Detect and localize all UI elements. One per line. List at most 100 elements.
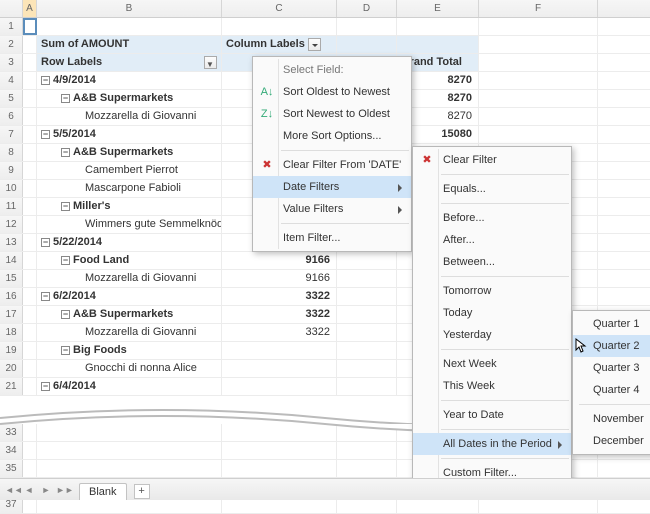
- row-head[interactable]: 16: [0, 288, 23, 305]
- row-head[interactable]: 17: [0, 306, 23, 323]
- menu-sort-newest[interactable]: Z↓Sort Newest to Oldest: [253, 103, 411, 125]
- menu-yesterday[interactable]: Yesterday: [413, 324, 571, 346]
- nav-first-icon[interactable]: ◄◄: [5, 485, 19, 495]
- menu-this-week[interactable]: This Week: [413, 375, 571, 397]
- menu-today[interactable]: Today: [413, 302, 571, 324]
- menu-between[interactable]: Between...: [413, 251, 571, 273]
- menu-december[interactable]: December: [573, 430, 650, 452]
- row-head[interactable]: 6: [0, 108, 23, 125]
- store-row[interactable]: −A&B Supermarkets: [37, 90, 222, 107]
- menu-november[interactable]: November: [573, 408, 650, 430]
- col-B[interactable]: B: [37, 0, 222, 17]
- product-row[interactable]: Mascarpone Fabioli: [37, 180, 222, 197]
- filter-icon[interactable]: [204, 56, 217, 69]
- row-head[interactable]: 4: [0, 72, 23, 89]
- menu-year-to-date[interactable]: Year to Date: [413, 404, 571, 426]
- collapse-icon[interactable]: −: [41, 130, 50, 139]
- row-head[interactable]: 7: [0, 126, 23, 143]
- col-F[interactable]: F: [479, 0, 598, 17]
- date-row[interactable]: −5/5/2014: [37, 126, 222, 143]
- menu-next-week[interactable]: Next Week: [413, 353, 571, 375]
- menu-item-filter[interactable]: Item Filter...: [253, 227, 411, 249]
- sheet-tab-blank[interactable]: Blank: [79, 483, 127, 500]
- row-head[interactable]: 15: [0, 270, 23, 287]
- col-C[interactable]: C: [222, 0, 337, 17]
- row-head[interactable]: 33: [0, 424, 23, 441]
- menu-more-sort[interactable]: More Sort Options...: [253, 125, 411, 147]
- nav-last-icon[interactable]: ►►: [56, 485, 70, 495]
- row-head[interactable]: 9: [0, 162, 23, 179]
- menu-tomorrow[interactable]: Tomorrow: [413, 280, 571, 302]
- col-A[interactable]: A: [23, 0, 37, 17]
- col-E[interactable]: E: [397, 0, 479, 17]
- value-cell[interactable]: 3322: [222, 306, 337, 323]
- collapse-icon[interactable]: −: [61, 202, 70, 211]
- collapse-icon[interactable]: −: [41, 238, 50, 247]
- collapse-icon[interactable]: −: [61, 346, 70, 355]
- menu-quarter-3[interactable]: Quarter 3: [573, 357, 650, 379]
- row-head[interactable]: 5: [0, 90, 23, 107]
- menu-quarter-1[interactable]: Quarter 1: [573, 313, 650, 335]
- menu-date-filters[interactable]: Date Filters: [253, 176, 411, 198]
- store-row[interactable]: −Big Foods: [37, 342, 222, 359]
- product-row[interactable]: Gnocchi di nonna Alice: [37, 360, 222, 377]
- menu-sort-oldest[interactable]: A↓Sort Oldest to Newest: [253, 81, 411, 103]
- store-row[interactable]: −Food Land: [37, 252, 222, 269]
- collapse-icon[interactable]: −: [41, 382, 50, 391]
- row-labels-cell[interactable]: Row Labels: [37, 54, 222, 71]
- column-labels-cell[interactable]: Column Labels: [222, 36, 337, 53]
- product-row[interactable]: Mozzarella di Giovanni: [37, 108, 222, 125]
- store-row[interactable]: −A&B Supermarkets: [37, 306, 222, 323]
- value-cell[interactable]: 3322: [222, 288, 337, 305]
- date-row[interactable]: −5/22/2014: [37, 234, 222, 251]
- nav-prev-icon[interactable]: ◄: [22, 485, 36, 495]
- value-cell[interactable]: 3322: [222, 324, 337, 341]
- row-head[interactable]: 12: [0, 216, 23, 233]
- dropdown-icon[interactable]: [308, 38, 321, 51]
- row-head[interactable]: 13: [0, 234, 23, 251]
- col-D[interactable]: D: [337, 0, 397, 17]
- menu-after[interactable]: After...: [413, 229, 571, 251]
- row-head[interactable]: 10: [0, 180, 23, 197]
- row-head[interactable]: 1: [0, 18, 23, 35]
- collapse-icon[interactable]: −: [61, 256, 70, 265]
- store-row[interactable]: −Miller's: [37, 198, 222, 215]
- menu-clear-filter[interactable]: ✖Clear Filter From 'DATE': [253, 154, 411, 176]
- collapse-icon[interactable]: −: [61, 310, 70, 319]
- row-head[interactable]: 3: [0, 54, 23, 71]
- collapse-icon[interactable]: −: [41, 292, 50, 301]
- select-all-corner[interactable]: [0, 0, 23, 17]
- date-row[interactable]: −4/9/2014: [37, 72, 222, 89]
- value-cell[interactable]: 9166: [222, 252, 337, 269]
- row-head[interactable]: 18: [0, 324, 23, 341]
- value-cell[interactable]: 9166: [222, 270, 337, 287]
- add-sheet-button[interactable]: +: [134, 484, 150, 499]
- menu-all-dates-period[interactable]: All Dates in the Period: [413, 433, 571, 455]
- menu-quarter-4[interactable]: Quarter 4: [573, 379, 650, 401]
- collapse-icon[interactable]: −: [41, 76, 50, 85]
- menu-clear-filter-2[interactable]: ✖Clear Filter: [413, 149, 571, 171]
- sum-label[interactable]: Sum of AMOUNT: [37, 36, 222, 53]
- date-row[interactable]: −6/2/2014: [37, 288, 222, 305]
- product-row[interactable]: Mozzarella di Giovanni: [37, 324, 222, 341]
- active-cell[interactable]: [23, 18, 37, 35]
- row-head[interactable]: 34: [0, 442, 23, 459]
- collapse-icon[interactable]: −: [61, 148, 70, 157]
- menu-value-filters[interactable]: Value Filters: [253, 198, 411, 220]
- product-row[interactable]: Camembert Pierrot: [37, 162, 222, 179]
- row-head[interactable]: 20: [0, 360, 23, 377]
- collapse-icon[interactable]: −: [61, 94, 70, 103]
- row-head[interactable]: 21: [0, 378, 23, 395]
- menu-equals[interactable]: Equals...: [413, 178, 571, 200]
- row-head[interactable]: 35: [0, 460, 23, 477]
- menu-before[interactable]: Before...: [413, 207, 571, 229]
- row-head[interactable]: 14: [0, 252, 23, 269]
- row-head[interactable]: 8: [0, 144, 23, 161]
- row-head[interactable]: 11: [0, 198, 23, 215]
- product-row[interactable]: Wimmers gute Semmelknödel: [37, 216, 222, 233]
- row-head[interactable]: 19: [0, 342, 23, 359]
- product-row[interactable]: Mozzarella di Giovanni: [37, 270, 222, 287]
- store-row[interactable]: −A&B Supermarkets: [37, 144, 222, 161]
- row-head[interactable]: 2: [0, 36, 23, 53]
- nav-next-icon[interactable]: ►: [39, 485, 53, 495]
